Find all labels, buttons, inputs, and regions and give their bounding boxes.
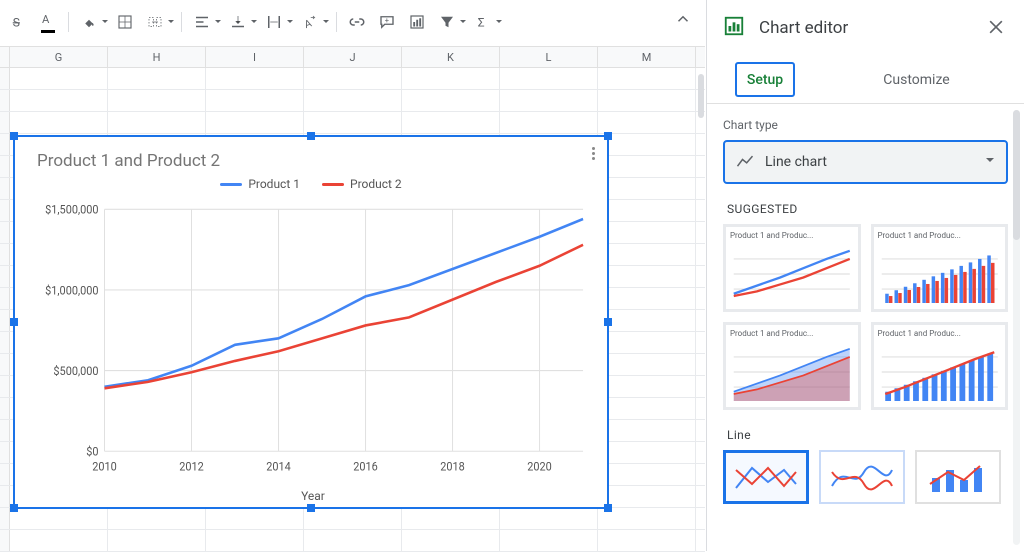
legend-label: Product 2 [350, 177, 402, 191]
merge-cells-button[interactable] [141, 9, 175, 35]
svg-text:2010: 2010 [92, 459, 117, 474]
line-chart-option[interactable] [723, 450, 809, 504]
separator [181, 12, 182, 32]
setup-panel: Chart type Line chart SUGGESTED Product … [707, 104, 1024, 551]
halign-button[interactable] [188, 9, 222, 35]
combo-chart-option[interactable] [915, 450, 1001, 504]
line-chart-icon [735, 152, 755, 172]
x-axis-label: Year [35, 489, 591, 503]
line-chart-options [723, 450, 1008, 504]
tab-customize[interactable]: Customize [809, 56, 1024, 103]
resize-handle[interactable] [604, 504, 612, 512]
resize-handle[interactable] [604, 132, 612, 140]
collapse-toolbar-button[interactable] [669, 6, 697, 32]
borders-button[interactable] [111, 9, 139, 35]
svg-text:$1,500,000: $1,500,000 [45, 205, 98, 217]
chart-type-select[interactable]: Line chart [723, 140, 1008, 184]
sidebar-title: Chart editor [759, 18, 972, 38]
line-heading: Line [727, 428, 1008, 442]
smooth-line-chart-option[interactable] [819, 450, 905, 504]
resize-handle[interactable] [604, 318, 612, 326]
suggested-line-chart[interactable]: Product 1 and Produc... [723, 224, 861, 312]
vertical-scrollbar[interactable] [698, 74, 704, 118]
close-icon[interactable] [986, 17, 1008, 39]
insert-chart-button[interactable] [403, 9, 431, 35]
svg-text:2018: 2018 [440, 459, 465, 474]
legend-item: Product 2 [322, 177, 402, 191]
svg-text:A: A [42, 13, 50, 26]
chart-plot: $0 $500,000 $1,000,000 $1,500,000 2010 2012 20… [35, 205, 591, 475]
chart-legend: Product 1 Product 2 [15, 177, 607, 191]
svg-text:2016: 2016 [353, 459, 378, 474]
suggested-heading: SUGGESTED [727, 202, 1008, 216]
svg-text:2014: 2014 [266, 459, 291, 474]
column-headers: G H I J K L M [0, 46, 705, 68]
valign-button[interactable] [224, 9, 258, 35]
editor-tabs: Setup Customize [707, 56, 1024, 104]
insert-comment-button[interactable]: + [373, 9, 401, 35]
resize-handle[interactable] [307, 504, 315, 512]
svg-text:A: A [302, 16, 313, 31]
strikethrough-button[interactable]: S [4, 9, 32, 35]
col-header[interactable]: K [402, 47, 500, 67]
svg-text:Σ: Σ [478, 16, 485, 30]
col-header[interactable]: I [206, 47, 304, 67]
resize-handle[interactable] [10, 132, 18, 140]
svg-text:$0: $0 [86, 444, 98, 459]
svg-text:+: + [385, 16, 389, 25]
wrap-button[interactable] [260, 9, 294, 35]
suggested-combo-chart[interactable]: Product 1 and Produc... [871, 322, 1009, 410]
chart-title: Product 1 and Product 2 [15, 137, 607, 177]
col-header[interactable]: L [500, 47, 598, 67]
scrollbar-thumb[interactable] [1013, 110, 1020, 240]
col-header[interactable]: M [598, 47, 696, 67]
chart-editor-icon [723, 15, 745, 41]
svg-text:S: S [13, 16, 20, 30]
fill-color-button[interactable] [75, 9, 109, 35]
svg-text:2012: 2012 [179, 459, 204, 474]
legend-item: Product 1 [220, 177, 300, 191]
resize-handle[interactable] [10, 504, 18, 512]
insert-link-button[interactable] [343, 9, 371, 35]
rotate-button[interactable]: A [296, 9, 330, 35]
separator [68, 12, 69, 32]
suggested-column-chart[interactable]: Product 1 and Produc... [871, 224, 1009, 312]
suggested-grid: Product 1 and Produc... Product 1 and Pr… [723, 224, 1008, 410]
toolbar: S A A + Σ [0, 0, 705, 38]
svg-text:$500,000: $500,000 [53, 363, 98, 378]
chart-type-value: Line chart [765, 154, 974, 170]
col-header[interactable]: H [108, 47, 206, 67]
chart-type-label: Chart type [723, 118, 1008, 132]
resize-handle[interactable] [10, 318, 18, 326]
embedded-chart[interactable]: Product 1 and Product 2 Product 1 Produc… [13, 135, 609, 509]
svg-text:$1,000,000: $1,000,000 [45, 283, 98, 298]
chart-menu-icon[interactable] [585, 143, 601, 163]
panel-scrollbar[interactable] [1013, 110, 1020, 545]
separator [336, 12, 337, 32]
svg-text:2020: 2020 [527, 459, 552, 474]
sidebar-header: Chart editor [707, 0, 1024, 56]
col-header[interactable]: G [10, 47, 108, 67]
col-header[interactable]: J [304, 47, 402, 67]
tab-setup[interactable]: Setup [735, 62, 795, 97]
chevron-down-icon [984, 154, 996, 170]
suggested-area-chart[interactable]: Product 1 and Produc... [723, 322, 861, 410]
legend-label: Product 1 [248, 177, 300, 191]
resize-handle[interactable] [307, 132, 315, 140]
functions-button[interactable]: Σ [469, 9, 503, 35]
chart-editor-sidebar: Chart editor Setup Customize Chart type … [706, 0, 1024, 551]
text-color-button[interactable]: A [34, 9, 62, 35]
filter-button[interactable] [433, 9, 467, 35]
